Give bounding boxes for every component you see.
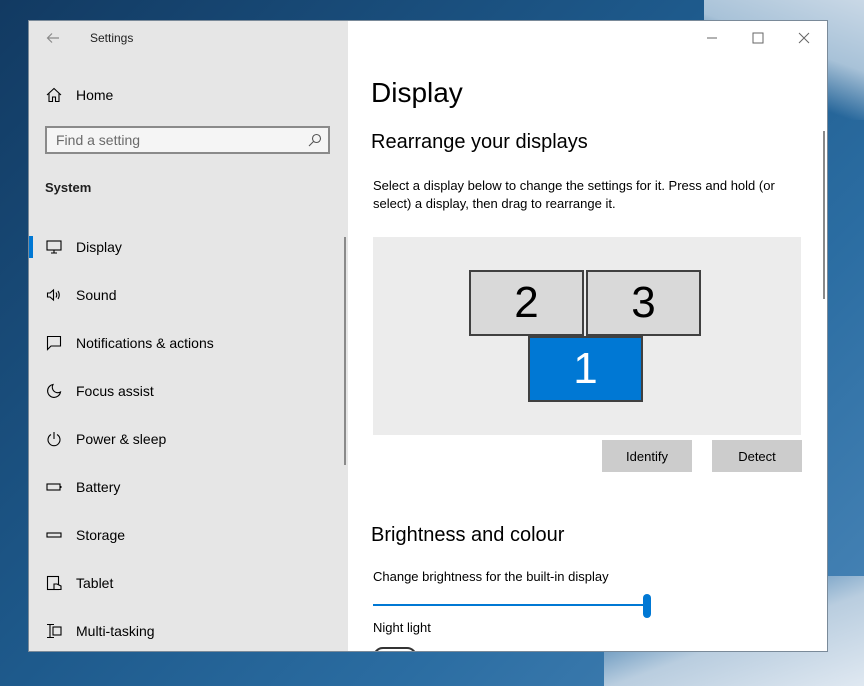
- sidebar-item-focus-assist[interactable]: Focus assist: [29, 367, 348, 415]
- sidebar-item-label: Multi-tasking: [76, 623, 155, 639]
- back-button[interactable]: [43, 28, 63, 48]
- sidebar-item-label: Sound: [76, 287, 117, 303]
- night-light-label: Night light: [373, 620, 431, 635]
- monitor-number: 1: [573, 344, 598, 393]
- search-input[interactable]: [47, 128, 296, 152]
- sidebar: Settings Home System Display: [29, 21, 348, 651]
- maximize-button[interactable]: [735, 21, 781, 55]
- rearrange-description: Select a display below to change the set…: [373, 178, 775, 211]
- sidebar-item-label: Notifications & actions: [76, 335, 214, 351]
- brightness-heading: Brightness and colour: [371, 524, 565, 546]
- brightness-slider-label: Change brightness for the built-in displ…: [373, 569, 609, 584]
- notification-icon: [45, 334, 63, 352]
- sidebar-item-label: Display: [76, 239, 122, 255]
- rearrange-heading: Rearrange your displays: [371, 131, 588, 153]
- sidebar-item-notifications[interactable]: Notifications & actions: [29, 319, 348, 367]
- close-button[interactable]: [781, 21, 827, 55]
- monitor-number: 3: [631, 278, 656, 327]
- monitor-2[interactable]: 2: [469, 270, 584, 336]
- settings-window: Settings Home System Display: [28, 20, 828, 652]
- multitasking-icon: [45, 622, 63, 640]
- detect-button[interactable]: Detect: [712, 440, 802, 472]
- sidebar-item-tablet[interactable]: Tablet: [29, 559, 348, 607]
- maximize-icon: [752, 32, 764, 44]
- slider-thumb[interactable]: [643, 594, 651, 618]
- minimize-icon: [707, 37, 717, 39]
- main-content: Display Rearrange your displays Select a…: [348, 21, 827, 651]
- minimize-button[interactable]: [689, 21, 735, 55]
- sidebar-item-storage[interactable]: Storage: [29, 511, 348, 559]
- sidebar-item-label: Storage: [76, 527, 126, 543]
- monitor-number: 2: [514, 278, 539, 327]
- search-box[interactable]: [45, 126, 330, 154]
- sidebar-item-label: Battery: [76, 479, 121, 495]
- monitor-3[interactable]: 3: [586, 270, 701, 336]
- night-light-toggle[interactable]: [373, 647, 417, 651]
- monitor-icon: [45, 238, 63, 256]
- close-icon: [798, 32, 810, 44]
- sidebar-item-label: Tablet: [76, 575, 114, 591]
- brightness-slider[interactable]: [373, 594, 651, 618]
- battery-icon: [45, 478, 63, 496]
- storage-icon: [45, 526, 63, 544]
- back-arrow-icon: [46, 33, 59, 43]
- main-scrollbar[interactable]: [823, 131, 825, 299]
- moon-icon: [45, 382, 63, 400]
- sidebar-item-label: Focus assist: [76, 383, 154, 399]
- sidebar-nav: Display Sound Notifications & actions Fo…: [29, 223, 348, 651]
- sidebar-item-label: Power & sleep: [76, 431, 167, 447]
- sidebar-scrollbar[interactable]: [344, 237, 346, 465]
- home-link[interactable]: Home: [45, 83, 113, 107]
- slider-track: [373, 604, 651, 606]
- monitor-1[interactable]: 1: [528, 336, 643, 402]
- display-arrangement-area[interactable]: 2 3 1: [373, 237, 801, 435]
- page-title: Display: [371, 77, 463, 108]
- search-icon[interactable]: [308, 133, 322, 147]
- tablet-icon: [45, 574, 63, 592]
- sidebar-item-power-sleep[interactable]: Power & sleep: [29, 415, 348, 463]
- title-bar: Settings: [29, 21, 348, 55]
- sidebar-item-battery[interactable]: Battery: [29, 463, 348, 511]
- power-icon: [45, 430, 63, 448]
- section-title: System: [45, 180, 92, 195]
- home-label: Home: [76, 87, 114, 103]
- identify-button[interactable]: Identify: [602, 440, 692, 472]
- home-icon: [46, 87, 62, 103]
- sidebar-item-sound[interactable]: Sound: [29, 271, 348, 319]
- sidebar-item-multitasking[interactable]: Multi-tasking: [29, 607, 348, 651]
- speaker-icon: [45, 286, 63, 304]
- sidebar-item-display[interactable]: Display: [29, 223, 348, 271]
- app-title: Settings: [90, 31, 134, 45]
